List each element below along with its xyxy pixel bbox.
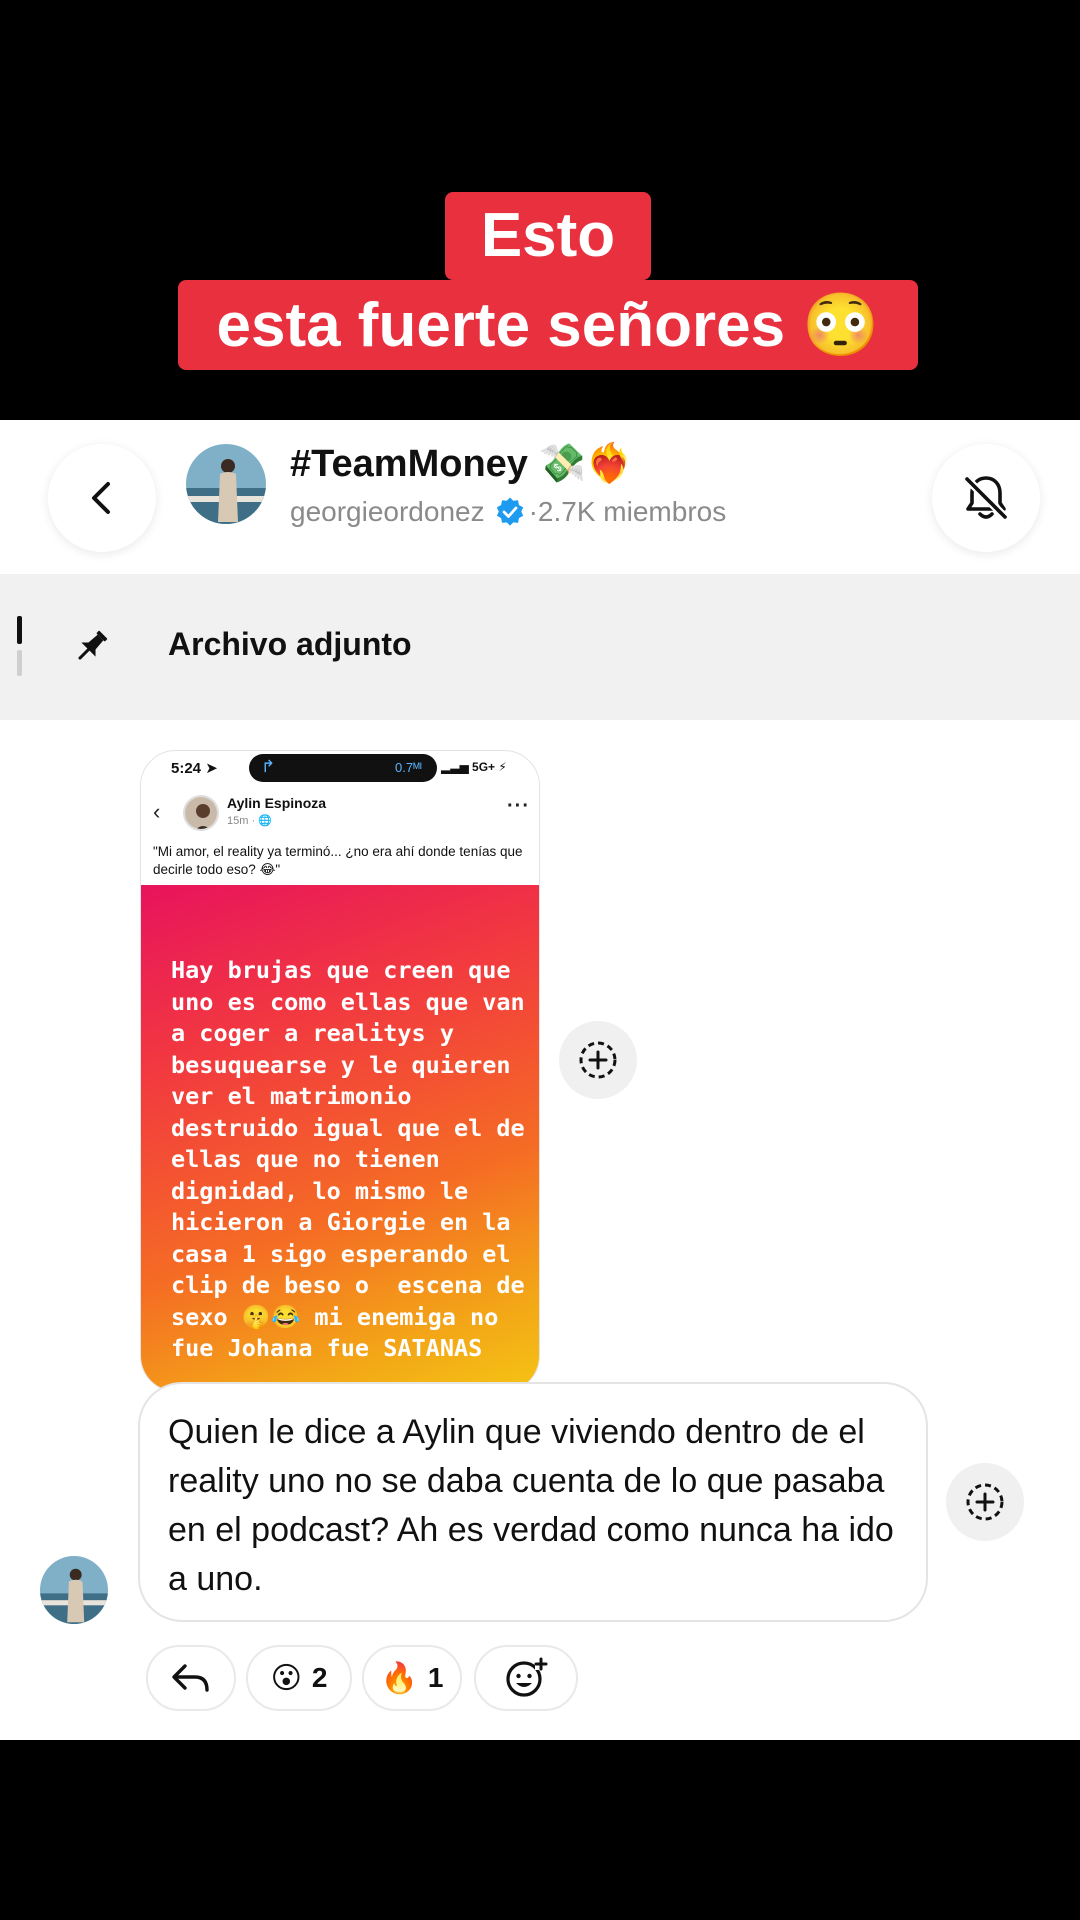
add-emoji-reaction-button[interactable] (474, 1645, 578, 1711)
reaction-chip-fire[interactable]: 🔥 1 (362, 1645, 462, 1711)
reply-button[interactable] (146, 1645, 236, 1711)
pinned-label: Archivo adjunto (168, 626, 412, 662)
status-speed: 0.7ᴹᴵ (395, 760, 422, 775)
group-subtitle: georgieordonez · 2.7K miembros (290, 496, 726, 528)
post-author-name: Aylin Espinoza (227, 795, 327, 811)
status-network: ▂▃▅ 5G+ ⚡ (441, 760, 507, 774)
story-text: Hay brujas que creen que uno es como ell… (171, 956, 525, 1362)
reply-icon (172, 1664, 209, 1692)
verified-badge-icon (496, 497, 523, 526)
chat-header: #TeamMoney 💸❤️‍🔥 georgieordonez · 2.7K m… (0, 420, 1080, 574)
pinned-message-bar[interactable]: Archivo adjunto (0, 574, 1080, 720)
status-time: 5:24 ➤ (171, 760, 218, 777)
post-caption: "Mi amor, el reality ya terminó... ¿no e… (153, 844, 523, 877)
story-image: Hay brujas que creen que uno es como ell… (141, 885, 539, 1391)
post-header: ‹ Aylin Espinoza 15m · 🌐 ··· (141, 789, 539, 839)
phone-status-bar: 5:24 ➤ ↱ 0.7ᴹᴵ ▂▃▅ 5G+ ⚡ (141, 751, 539, 785)
group-title: #TeamMoney 💸❤️‍🔥 (290, 443, 634, 485)
pin-icon (78, 630, 108, 660)
group-avatar[interactable] (186, 444, 266, 524)
post-author-avatar (183, 795, 219, 831)
reaction-count: 1 (427, 1662, 444, 1693)
message-text: Quien le dice a Aylin que viviendo dentr… (168, 1413, 894, 1598)
add-reaction-icon (966, 1483, 1004, 1521)
reaction-chip-wow[interactable]: 😮 2 (246, 1645, 352, 1711)
back-button[interactable] (48, 444, 156, 552)
shared-screenshot[interactable]: 5:24 ➤ ↱ 0.7ᴹᴵ ▂▃▅ 5G+ ⚡ ‹ Aylin Espinoz… (140, 750, 540, 1392)
sender-avatar[interactable] (40, 1556, 108, 1624)
message-bubble[interactable]: Quien le dice a Aylin que viviendo dentr… (138, 1382, 928, 1622)
post-meta: 15m · 🌐 (227, 815, 272, 827)
chat-screen: #TeamMoney 💸❤️‍🔥 georgieordonez · 2.7K m… (0, 420, 1080, 1740)
separator-dot: · (528, 496, 538, 527)
add-reaction-icon (579, 1041, 617, 1079)
add-reaction-button[interactable] (559, 1021, 637, 1099)
caption-line-2: esta fuerte señores 😳 (178, 280, 918, 370)
reaction-count: 2 (311, 1662, 328, 1693)
dynamic-island: ↱ 0.7ᴹᴵ (249, 754, 437, 782)
mute-button[interactable] (932, 444, 1040, 552)
bell-off-icon (963, 475, 1009, 521)
add-reaction-button[interactable] (946, 1463, 1024, 1541)
post-back-icon: ‹ (153, 799, 161, 824)
chevron-left-icon (92, 482, 110, 514)
more-options-icon: ··· (507, 795, 530, 817)
member-count: 2.7K miembros (537, 496, 727, 527)
owner-username[interactable]: georgieordonez (290, 496, 485, 528)
share-arrow-icon: ↱ (261, 757, 276, 776)
emoji-add-icon (506, 1657, 548, 1697)
caption-line-1: Esto (445, 192, 651, 280)
pinned-indicator-inactive (17, 650, 22, 676)
reaction-emoji: 🔥 (380, 1661, 418, 1695)
pinned-indicator-active (17, 616, 22, 644)
reaction-emoji: 😮 (270, 1661, 302, 1695)
